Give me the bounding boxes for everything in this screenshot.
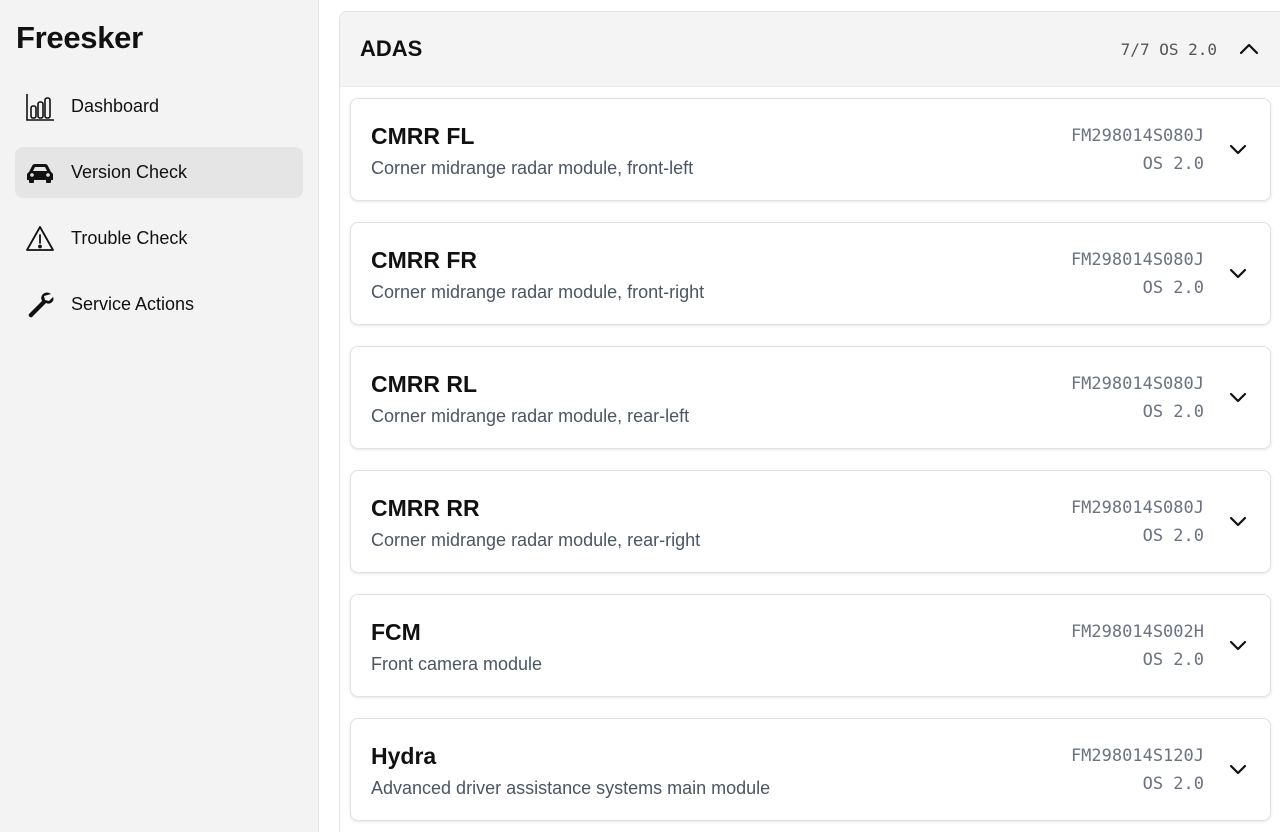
section-title: ADAS [360,36,423,61]
module-name: CMRR RR [371,494,480,521]
module-part-number: FM298014S080J [1070,373,1204,394]
car-icon [25,158,55,188]
module-card[interactable]: CMRR FR Corner midrange radar module, fr… [350,222,1271,325]
module-list: CMRR FL Corner midrange radar module, fr… [340,87,1280,821]
module-part-number: FM298014S120J [1070,745,1204,766]
module-card[interactable]: CMRR FL Corner midrange radar module, fr… [350,98,1271,201]
sidebar: Freesker Dashboard Version Check Trouble… [0,0,319,832]
module-name: CMRR FL [371,122,475,149]
chevron-down-icon[interactable] [1226,758,1250,782]
module-card[interactable]: CMRR RR Corner midrange radar module, re… [350,470,1271,573]
sidebar-item-dashboard[interactable]: Dashboard [15,81,303,132]
sidebar-item-label: Dashboard [71,96,160,116]
sidebar-item-label: Trouble Check [71,228,188,248]
chevron-down-icon[interactable] [1226,510,1250,534]
main-content: ADAS 7/7 OS 2.0 CMRR FL Corner midrange … [319,0,1280,832]
brand-title: Freesker [16,20,143,55]
warning-icon [25,224,55,254]
chevron-down-icon[interactable] [1226,386,1250,410]
chevron-down-icon[interactable] [1226,634,1250,658]
module-description: Corner midrange radar module, front-left [371,157,694,178]
module-name: Hydra [371,742,437,769]
module-description: Advanced driver assistance systems main … [371,777,771,798]
module-os-version: OS 2.0 [1142,277,1204,298]
module-os-version: OS 2.0 [1142,525,1204,546]
chevron-down-icon[interactable] [1226,262,1250,286]
module-os-version: OS 2.0 [1142,773,1204,794]
chevron-down-icon[interactable] [1226,138,1250,162]
module-part-number: FM298014S080J [1070,125,1204,146]
module-part-number: FM298014S080J [1070,249,1204,270]
wrench-icon [25,290,55,320]
module-description: Corner midrange radar module, front-righ… [371,281,705,302]
sidebar-item-service-actions[interactable]: Service Actions [15,279,303,330]
module-part-number: FM298014S080J [1070,497,1204,518]
module-card[interactable]: Hydra Advanced driver assistance systems… [350,718,1271,821]
sidebar-item-label: Version Check [71,162,188,182]
module-part-number: FM298014S002H [1070,621,1204,642]
module-description: Corner midrange radar module, rear-left [371,405,690,426]
bar-chart-icon [25,92,55,122]
module-os-version: OS 2.0 [1142,153,1204,174]
module-description: Corner midrange radar module, rear-right [371,529,701,550]
sidebar-item-version-check[interactable]: Version Check [15,147,303,198]
module-card[interactable]: CMRR RL Corner midrange radar module, re… [350,346,1271,449]
adas-section: ADAS 7/7 OS 2.0 CMRR FL Corner midrange … [339,11,1280,832]
module-os-version: OS 2.0 [1142,649,1204,670]
app-root: Freesker Dashboard Version Check Trouble… [0,0,1280,832]
section-header[interactable]: ADAS 7/7 OS 2.0 [340,12,1280,87]
module-name: CMRR FR [371,246,478,273]
module-name: FCM [371,618,421,645]
section-version-summary: 7/7 OS 2.0 [1120,39,1217,59]
module-os-version: OS 2.0 [1142,401,1204,422]
sidebar-item-trouble-check[interactable]: Trouble Check [15,213,303,264]
sidebar-item-label: Service Actions [71,294,195,314]
module-card[interactable]: FCM Front camera module FM298014S002H OS… [350,594,1271,697]
chevron-up-icon[interactable] [1237,37,1261,61]
module-description: Front camera module [371,653,543,674]
module-name: CMRR RL [371,370,478,397]
